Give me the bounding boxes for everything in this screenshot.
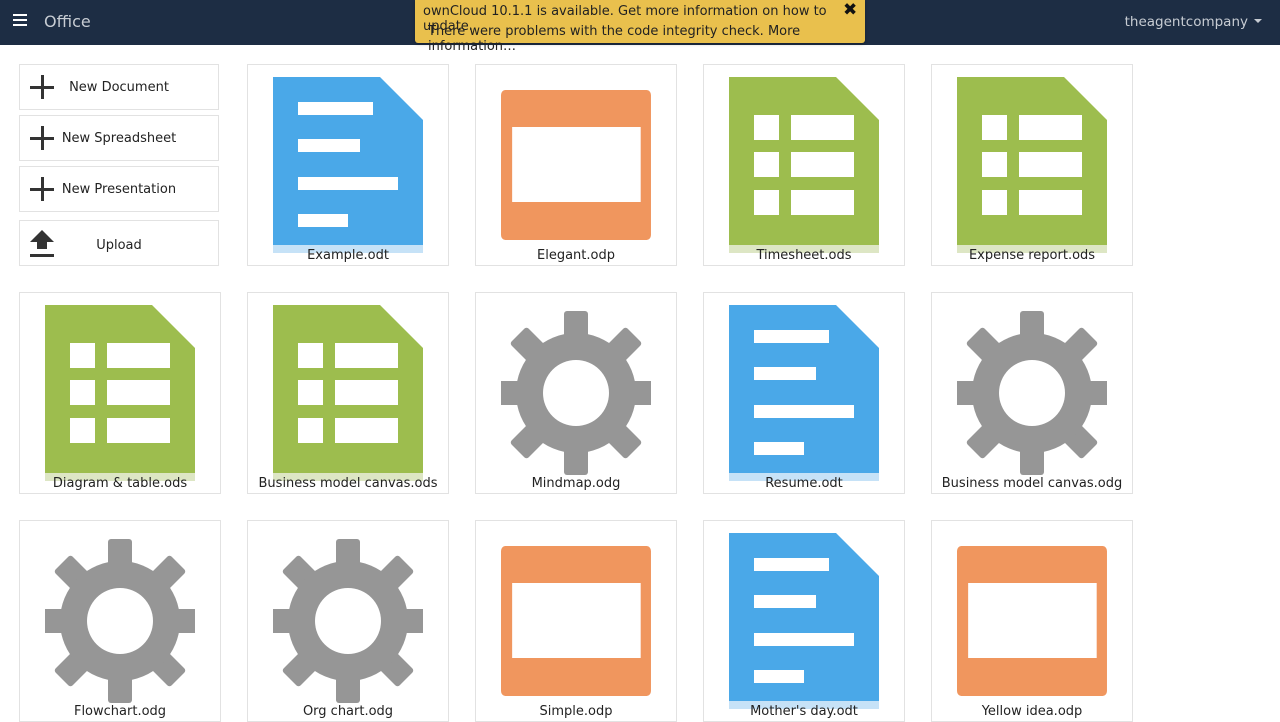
file-tile[interactable]: Business model canvas.odg — [931, 292, 1133, 494]
document-icon — [729, 533, 879, 709]
file-tile[interactable]: Expense report.ods — [931, 64, 1133, 266]
new-document-button[interactable]: New Document — [19, 64, 219, 110]
file-name: Timesheet.ods — [756, 248, 852, 263]
file-tile[interactable]: Simple.odp — [475, 520, 677, 722]
file-tile[interactable]: Flowchart.odg — [19, 520, 221, 722]
user-name: theagentcompany — [1124, 14, 1248, 30]
file-tile[interactable]: Diagram & table.ods — [19, 292, 221, 494]
file-tile[interactable]: Org chart.odg — [247, 520, 449, 722]
file-tile[interactable]: Business model canvas.ods — [247, 292, 449, 494]
file-tile[interactable]: Mother's day.odt — [703, 520, 905, 722]
file-tile[interactable]: Mindmap.odg — [475, 292, 677, 494]
file-name: Simple.odp — [539, 704, 613, 719]
gear-icon — [957, 311, 1107, 475]
file-name: Yellow idea.odp — [981, 704, 1083, 719]
file-name: Diagram & table.ods — [52, 476, 188, 491]
file-tile[interactable]: Resume.odt — [703, 292, 905, 494]
app-title[interactable]: Office — [44, 12, 91, 31]
presentation-icon — [957, 546, 1107, 696]
new-presentation-label: New Presentation — [61, 182, 177, 197]
file-name: Expense report.ods — [968, 248, 1096, 263]
file-tile[interactable]: Elegant.odp — [475, 64, 677, 266]
file-name: Example.odt — [307, 248, 389, 263]
spreadsheet-icon — [729, 77, 879, 253]
update-notification: ownCloud 10.1.1 is available. Get more i… — [415, 0, 865, 54]
spreadsheet-icon — [45, 305, 195, 481]
gear-icon — [273, 539, 423, 703]
file-name: Mother's day.odt — [750, 704, 858, 719]
new-spreadsheet-button[interactable]: New Spreadsheet — [19, 115, 219, 161]
hamburger-menu-icon[interactable] — [13, 14, 29, 30]
gear-icon — [45, 539, 195, 703]
file-tile[interactable]: Example.odt — [247, 64, 449, 266]
new-spreadsheet-label: New Spreadsheet — [61, 131, 177, 146]
presentation-icon — [501, 546, 651, 696]
integrity-check-link[interactable]: There were problems with the code integr… — [428, 24, 865, 54]
file-name: Business model canvas.odg — [941, 476, 1123, 491]
close-icon[interactable]: ✖ — [843, 0, 857, 20]
new-presentation-button[interactable]: New Presentation — [19, 166, 219, 212]
new-document-label: New Document — [69, 80, 169, 95]
file-name: Elegant.odp — [537, 248, 615, 263]
document-icon — [729, 305, 879, 481]
upload-label: Upload — [96, 238, 142, 253]
caret-down-icon — [1254, 19, 1262, 23]
spreadsheet-icon — [273, 305, 423, 481]
file-name: Mindmap.odg — [531, 476, 621, 491]
file-name: Business model canvas.ods — [258, 476, 438, 491]
file-name: Org chart.odg — [302, 704, 394, 719]
file-tile[interactable]: Yellow idea.odp — [931, 520, 1133, 722]
file-tile[interactable]: Timesheet.ods — [703, 64, 905, 266]
file-name: Flowchart.odg — [73, 704, 167, 719]
upload-button[interactable]: Upload — [19, 220, 219, 266]
spreadsheet-icon — [957, 77, 1107, 253]
file-name: Resume.odt — [765, 476, 843, 491]
user-menu[interactable]: theagentcompany — [1125, 14, 1262, 30]
document-icon — [273, 77, 423, 253]
presentation-icon — [501, 90, 651, 240]
gear-icon — [501, 311, 651, 475]
